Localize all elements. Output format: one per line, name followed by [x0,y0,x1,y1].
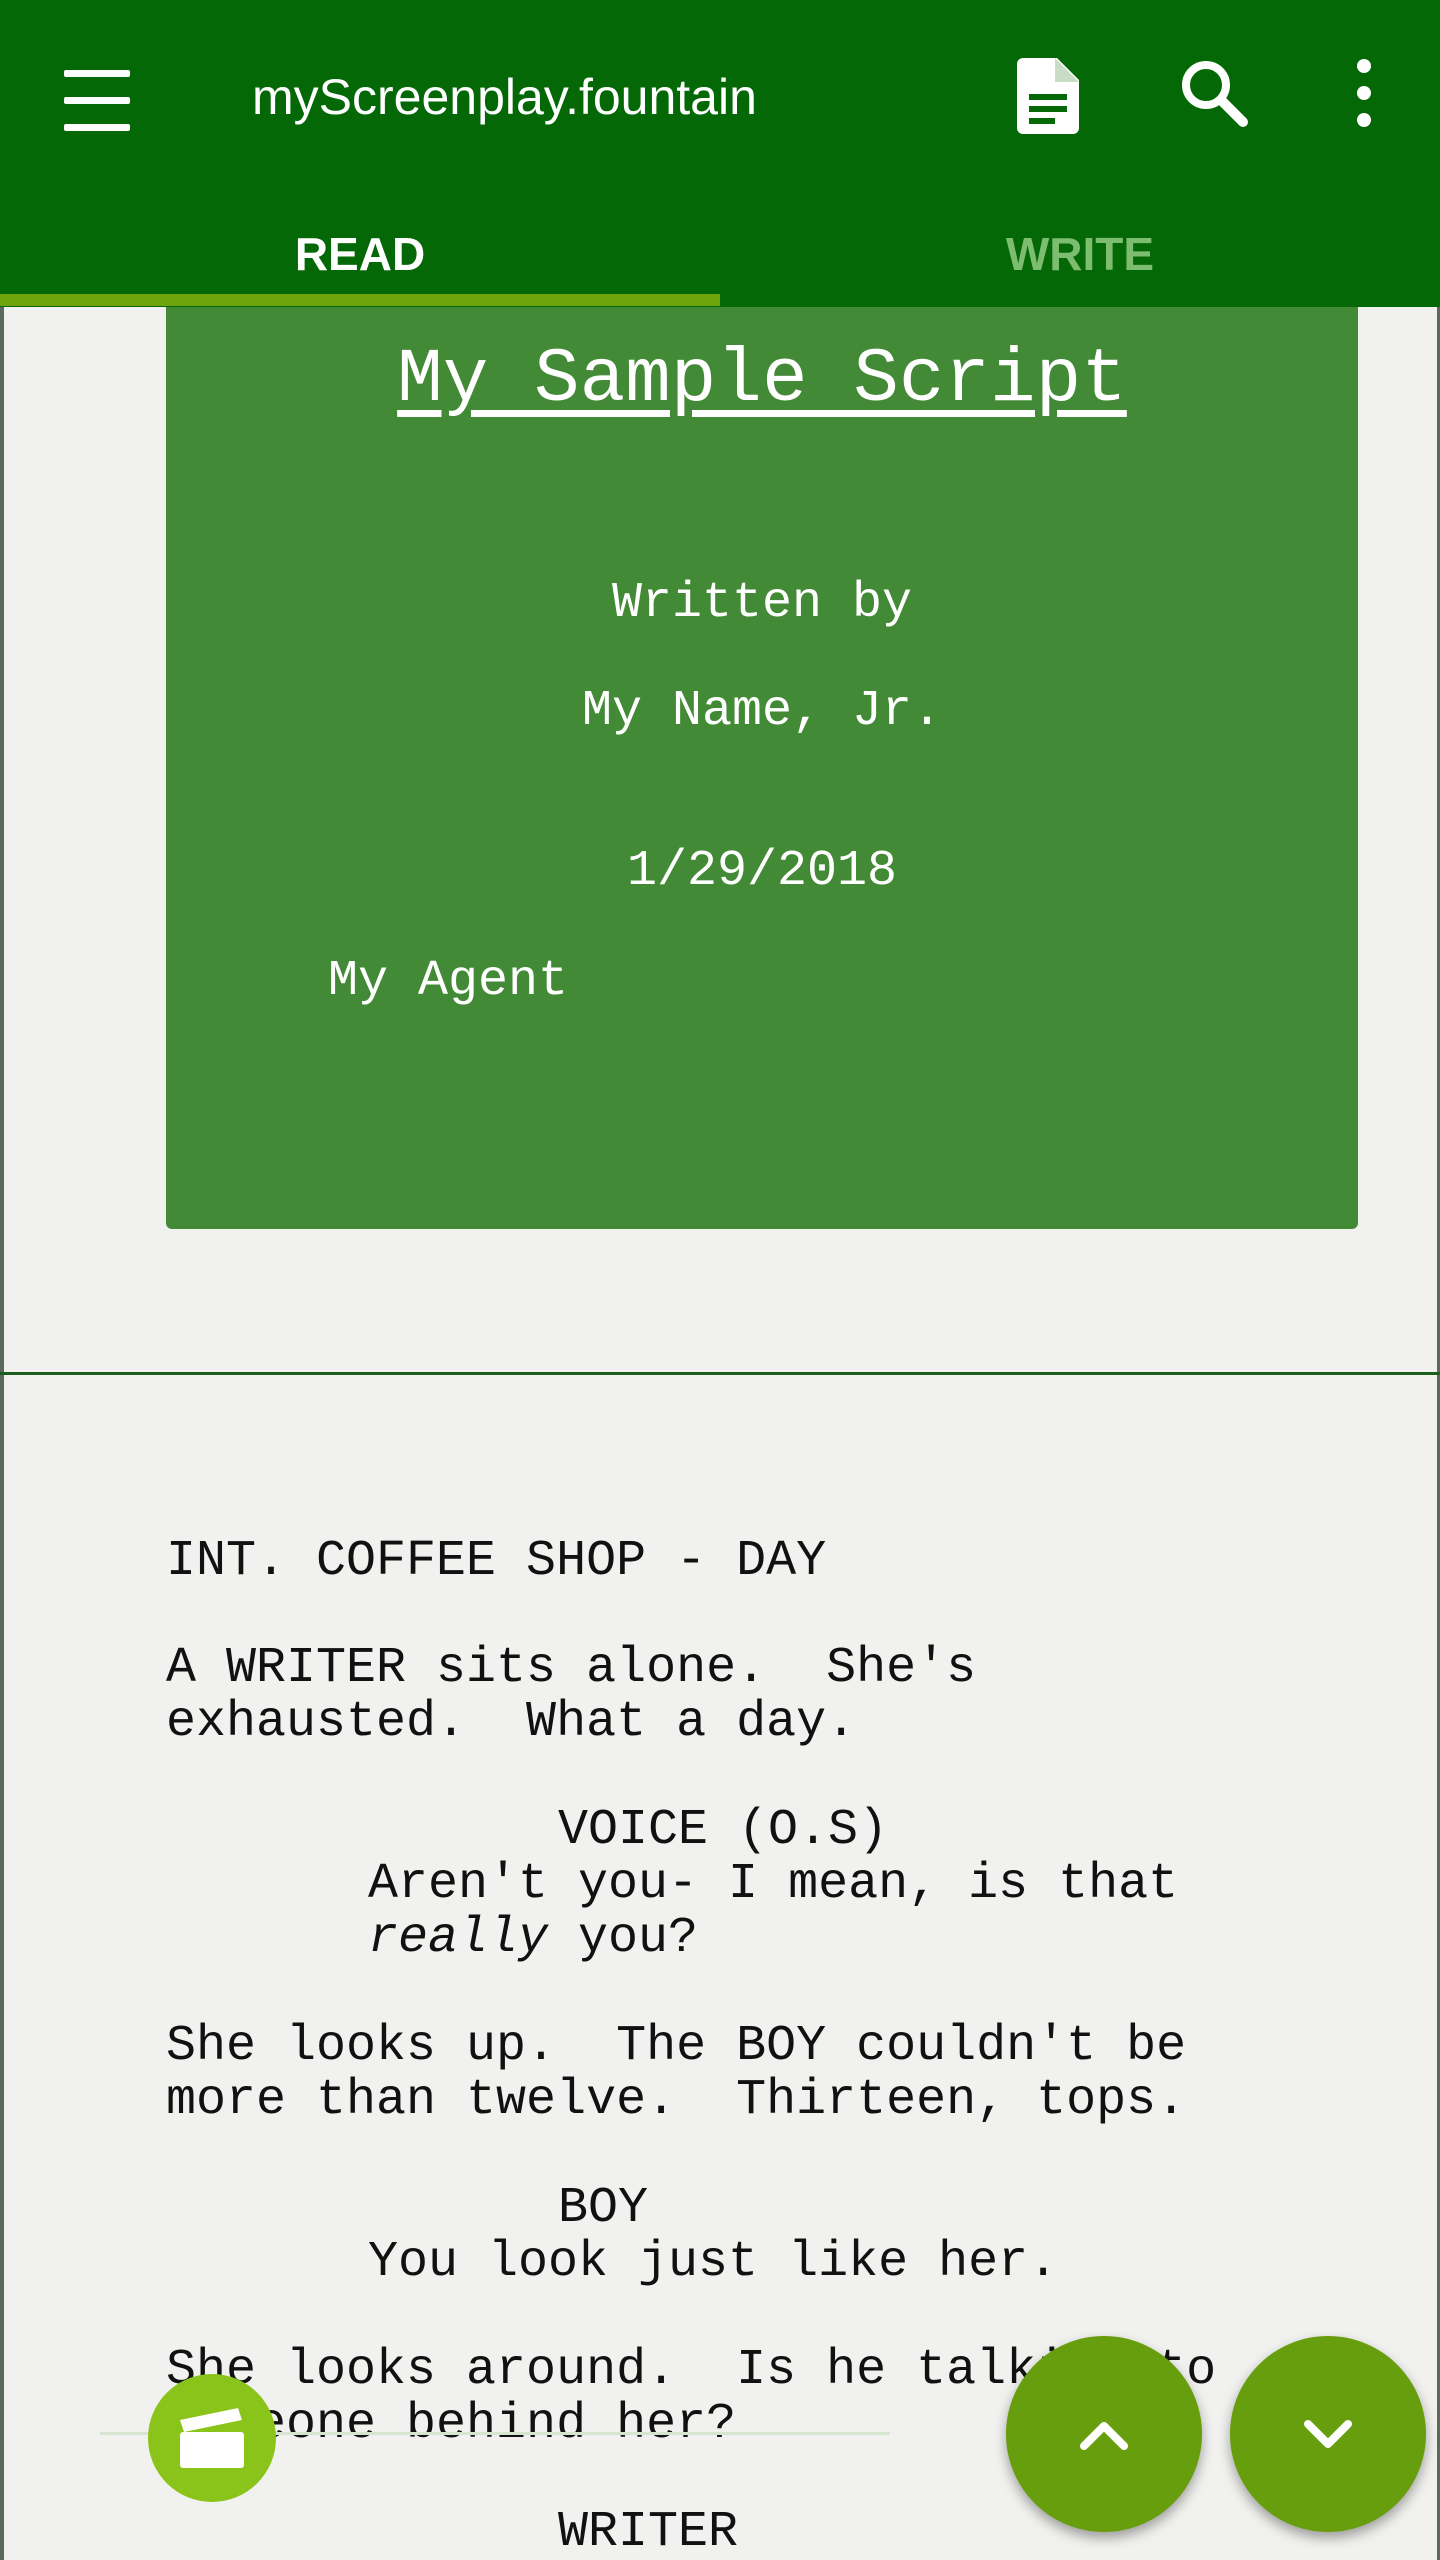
dialogue-text: you? [548,1910,699,1967]
action-line: more than twelve. Thirteen, tops. [166,2072,1187,2129]
action-line: She looks up. The BOY couldn't be [166,2018,1187,2075]
contact-info: My Agent [328,953,569,1010]
credit-line: Written by [611,575,913,632]
search-icon[interactable] [1166,58,1262,142]
menu-icon[interactable] [48,58,148,142]
tab-bar: READ WRITE [0,200,1440,307]
scroll-up-button[interactable] [1006,2336,1202,2532]
script-title: My Sample Script [397,337,1127,423]
title-page-card: My Sample Script Written by My Name, Jr.… [166,307,1358,1229]
chevron-up-icon [1080,2422,1128,2450]
clapperboard-icon [180,2408,244,2468]
tab-read[interactable]: READ [0,200,720,307]
dialogue-line: really you? [368,1912,698,1966]
dialogue-line: Aren't you- I mean, is that [368,1856,1179,1913]
author-name: My Name, Jr. [581,683,943,740]
scroll-down-button[interactable] [1230,2336,1426,2532]
draft-date: 1/29/2018 [626,843,898,900]
action-line: A WRITER sits alone. She's [166,1640,977,1697]
more-vert-icon[interactable] [1316,58,1412,142]
document-icon[interactable] [1000,58,1096,142]
character-name: BOY [558,2180,649,2237]
tab-write[interactable]: WRITE [720,200,1440,307]
dialogue-emphasis: really [368,1910,549,1967]
script-body: INT. COFFEE SHOP - DAY A WRITER sits alo… [0,1533,1440,2560]
scene-heading: INT. COFFEE SHOP - DAY [166,1533,827,1590]
chevron-down-icon [1304,2420,1352,2448]
scene-navigator-button[interactable] [148,2374,276,2502]
document-title: myScreenplay.fountain [252,69,757,125]
page-break-divider [0,1372,1440,1375]
tab-indicator [0,294,720,306]
dialogue-line: You look just like her. [368,2234,1059,2291]
character-name: VOICE (O.S) [558,1802,889,1859]
toolbar: myScreenplay.fountain [0,0,1440,200]
character-name: WRITER [558,2504,739,2560]
action-line: exhausted. What a day. [166,1694,857,1751]
